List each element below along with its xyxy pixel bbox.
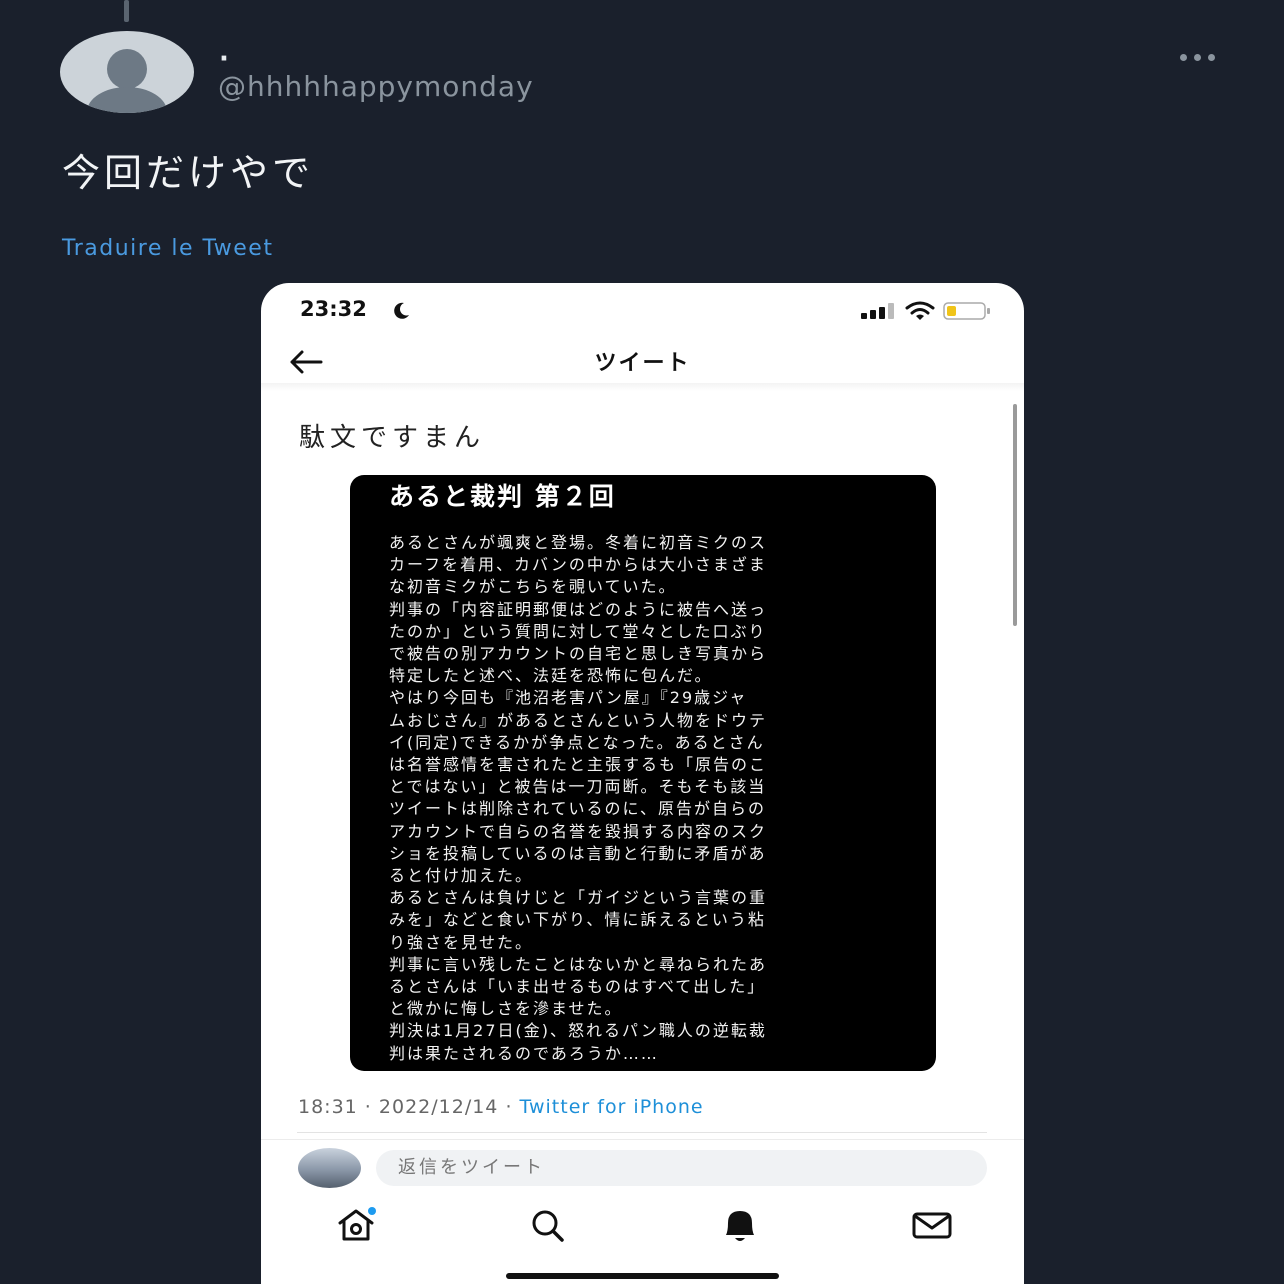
embedded-tweet-text: 駄文ですまん [299,423,486,453]
status-time: 23:32 [300,297,367,321]
divider [297,1132,987,1133]
tweet-metadata: 18:31 · 2022/12/14 · Twitter for iPhone [298,1096,704,1118]
document-line: ツイートは削除されているのに、原告が自らの [389,799,767,819]
document-line: やはり今回も『池沼老害パン屋』『29歳ジャ [389,688,748,708]
document-line: ムおじさん』があるとさんという人物をドウテ [389,710,768,730]
document-line: 判事の「内容証明郵便はどのように被告へ送っ [389,599,768,619]
home-icon[interactable] [333,1205,379,1245]
document-line: 判決は1月27日(金)、怒れるパン職人の逆転裁 [389,1021,767,1041]
document-line: ショを投稿しているのは言動と行動に矛盾があ [389,843,767,863]
document-line: 特定したと述べ、法廷を恐怖に包んだ。 [389,666,713,686]
user-handle[interactable]: @hhhhhappymonday [218,70,534,103]
moon-icon [394,302,409,319]
attached-image[interactable]: あると裁判 第２回 あるとさんが颯爽と登場。冬着に初音ミクのス カーフを着用、カ… [350,475,936,1071]
divider [261,1139,1024,1140]
meta-separator: · [498,1096,520,1118]
tweet-source-link[interactable]: Twitter for iPhone [520,1096,704,1118]
document-line: は名誉感情を害されたと主張するも「原告のこ [389,755,768,775]
reply-avatar[interactable] [298,1148,361,1188]
document-line: カーフを着用、カバンの中からは大小さまざま [389,555,767,575]
translate-tweet-link[interactable]: Traduire le Tweet [62,236,273,261]
avatar[interactable] [60,31,194,113]
document-line: るとさんは「いま出せるものはすべて出した」 [389,977,766,997]
document-line: り強さを見せた。 [389,932,534,952]
wifi-icon [905,301,935,320]
battery-icon [943,302,990,320]
attached-screenshot[interactable]: 23:32 ツイート 駄文ですまん あると裁判 第２回 あるとさんが颯爽と登場。… [261,283,1024,1284]
home-indicator [506,1273,779,1279]
document-line: 判事に言い残したことはないかと尋ねられたあ [389,954,768,974]
document-line: と微かに悔しさを滲ませた。 [389,999,623,1019]
tweet-text: 今回だけやで [62,151,315,195]
document-line: みを」などと食い下がり、情に訴えるという粘 [389,910,766,930]
nav-title: ツイート [594,351,691,376]
mail-icon[interactable] [909,1205,955,1245]
document-line: たのか」という質問に対して堂々とした口ぶり [389,621,767,641]
document-line: な初音ミクがこちらを覗いていた。 [389,577,677,597]
bell-icon[interactable] [717,1205,763,1245]
document-line: イ(同定)できるかが争点となった。あるとさん [389,732,765,752]
header-divider [261,383,1024,391]
signal-icon [861,303,894,319]
thread-line [124,0,129,22]
document-line: とではない」と被告は一刀両断。そもそも該当 [389,777,767,797]
tweet-time: 18:31 [298,1096,358,1118]
tweet-date: 2022/12/14 [378,1096,499,1118]
more-options-icon[interactable] [1170,45,1224,69]
document-line: で被告の別アカウントの自宅と思しき写真から [389,644,768,664]
document-line: アカウントで自らの名誉を毀損する内容のスク [389,821,768,841]
reply-input[interactable]: 返信をツイート [376,1150,987,1186]
document-body: あるとさんが颯爽と登場。冬着に初音ミクのス カーフを着用、カバンの中からは大小さ… [389,532,899,1065]
document-line: 判は果たされるのであろうか…… [389,1043,659,1063]
display-name[interactable]: · [219,46,229,72]
document-line: あるとさんは負けじと「ガイジという言葉の重 [389,888,768,908]
scrollbar[interactable] [1013,404,1017,626]
document-title: あると裁判 第２回 [389,482,616,511]
document-line: あるとさんが颯爽と登場。冬着に初音ミクのス [389,533,768,552]
meta-separator: · [357,1096,379,1118]
document-line: ると付け加えた。 [389,866,534,886]
search-icon[interactable] [525,1205,571,1245]
